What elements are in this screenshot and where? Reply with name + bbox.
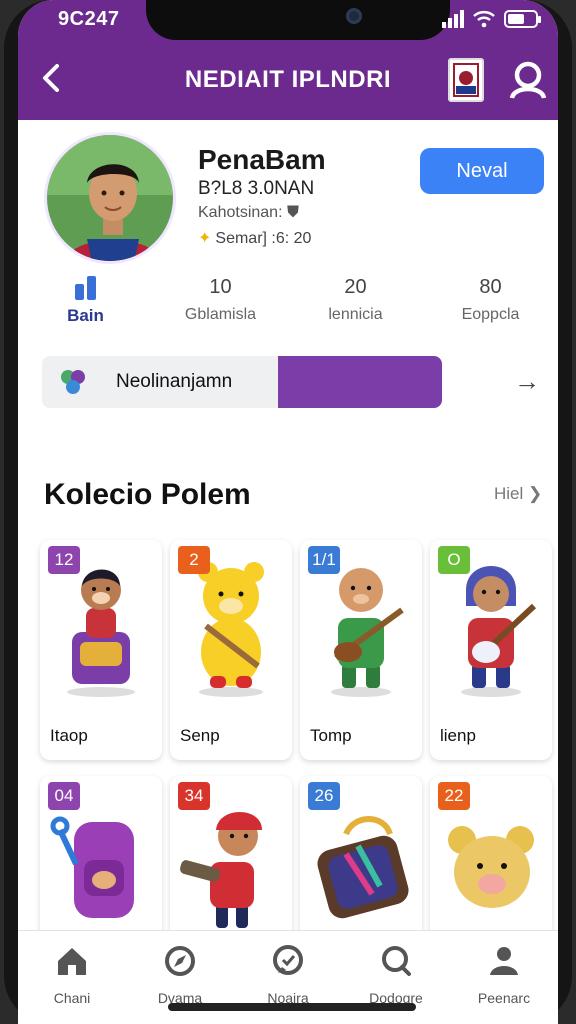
player-subtitle: Kahotsinan: ⛊ [198, 204, 299, 222]
profile-search-button[interactable] [508, 58, 552, 102]
sparkle-icon: ✦ [198, 230, 212, 247]
card-number-badge: 26 [308, 782, 340, 810]
card-number-badge: 12 [48, 546, 80, 574]
card-number-badge: 22 [438, 782, 470, 810]
profile-header: PenaBam B?L8 3.0NAN Kahotsinan: ⛊ ✦ Semar… [18, 120, 558, 290]
member-since-text: Semar] :6: 20 [215, 230, 312, 247]
card-name: lienp [440, 726, 476, 745]
chat-icon [273, 945, 303, 975]
player-name: PenaBam [198, 144, 326, 175]
nav-item-profile[interactable]: Peenarc [450, 931, 558, 1024]
stat-value: 10 [209, 276, 232, 298]
signal-icon [442, 10, 464, 28]
search-icon [382, 946, 411, 976]
stat-value [18, 276, 153, 302]
phone-frame: 9C247 NEDIAIT IPLNDRI PenaBam B?L8 3.0NA… [4, 0, 572, 1024]
stat-tab-2[interactable]: 20 lennicia [288, 276, 423, 336]
home-icon [58, 948, 86, 975]
club-badge-icon[interactable] [448, 58, 484, 102]
app-header: NEDIAIT IPLNDRI [18, 40, 558, 120]
home-indicator[interactable] [168, 1003, 416, 1011]
status-time: 9C247 [58, 8, 120, 30]
progress-label: Neolinanjamn [116, 371, 233, 392]
card-name: Itaop [50, 726, 88, 745]
stat-label: Eoppcla [461, 306, 520, 323]
stat-label: Gblamisla [184, 306, 257, 323]
card-name: Senp [180, 726, 220, 745]
chevron-right-icon: ❯ [528, 484, 543, 503]
stat-label: Bain [67, 306, 104, 325]
primary-action-button[interactable]: Neval [420, 148, 544, 194]
card-number-badge: 04 [48, 782, 80, 810]
stat-tab-1[interactable]: 10 Gblamisla [153, 276, 288, 336]
progress-bar[interactable]: Neolinanjamn [42, 356, 442, 408]
notch [146, 0, 450, 40]
person-icon [490, 947, 518, 975]
card-name: Tomp [310, 726, 352, 745]
puzzle-icon [61, 370, 85, 394]
status-icons [442, 10, 541, 28]
collectible-card[interactable]: 2 Senp [170, 540, 292, 760]
camera-icon [346, 8, 362, 24]
nav-item-home[interactable]: Chani [18, 931, 126, 1024]
bar-chart-icon [74, 276, 96, 300]
compass-icon [165, 946, 195, 976]
nav-label: Peenarc [477, 990, 531, 1006]
collectible-card[interactable]: O lienp [430, 540, 552, 760]
arrow-right-icon[interactable]: → [514, 366, 540, 397]
stats-row: Bain 10 Gblamisla 20 lennicia 80 Eoppcla [18, 276, 558, 336]
status-bar: 9C247 [18, 0, 558, 40]
progress-fill [278, 356, 442, 408]
card-number-badge: O [438, 546, 470, 574]
collectible-card[interactable]: 1/1 Tomp [300, 540, 422, 760]
subtitle-text: Kahotsinan: [198, 204, 283, 221]
stat-tab-0[interactable]: Bain [18, 276, 153, 336]
stat-tab-3[interactable]: 80 Eoppcla [423, 276, 558, 336]
avatar[interactable] [44, 132, 176, 264]
card-number-badge: 2 [178, 546, 210, 574]
shield-icon: ⛊ [286, 204, 299, 221]
member-since: ✦ Semar] :6: 20 [198, 228, 311, 248]
card-number-badge: 34 [178, 782, 210, 810]
user-search-icon [509, 61, 547, 99]
nav-label: Chani [53, 990, 91, 1006]
card-number-badge: 1/1 [308, 546, 340, 574]
stat-value: 20 [344, 276, 367, 298]
see-more-link[interactable]: Hiel ❯ [494, 484, 542, 504]
see-more-text: Hiel [494, 484, 524, 503]
section-title: Kolecio Polem [44, 478, 251, 511]
stat-value: 80 [479, 276, 502, 298]
collectible-card[interactable]: 12 Itaop [40, 540, 162, 760]
battery-icon [504, 10, 541, 28]
player-meta: B?L8 3.0NAN [198, 178, 315, 199]
wifi-icon [473, 11, 495, 28]
app-screen: 9C247 NEDIAIT IPLNDRI PenaBam B?L8 3.0NA… [18, 0, 558, 1024]
stat-label: lennicia [328, 306, 383, 323]
